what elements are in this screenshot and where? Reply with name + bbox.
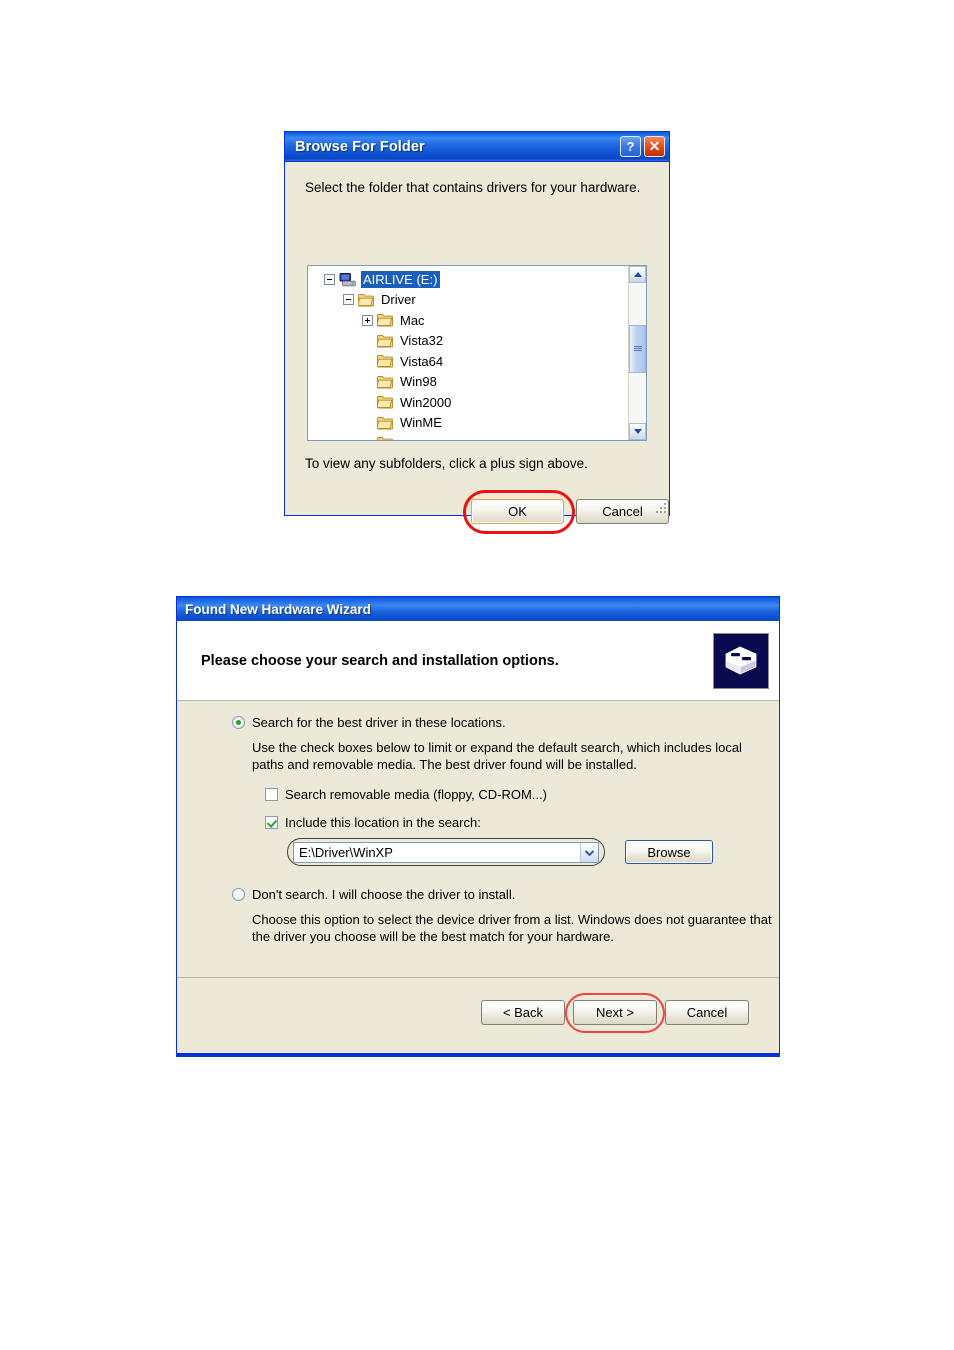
radio-icon-unselected[interactable]: [232, 888, 245, 901]
tree-item-label: Mac: [400, 312, 425, 328]
location-combobox-wrapper: E:\Driver\WinXP: [287, 838, 605, 866]
browse-hint-text: To view any subfolders, click a plus sig…: [305, 456, 588, 471]
folder-tree-panel: AIRLIVE (E:) Driver Mac Vista32 Vista64 Win98…: [307, 265, 647, 441]
hardware-device-icon: [713, 632, 769, 689]
tree-item-label: Vista64: [400, 353, 444, 369]
close-icon[interactable]: ✕: [644, 136, 665, 157]
tree-item-winme[interactable]: WinME: [308, 413, 628, 434]
checkbox-include-location[interactable]: Include this location in the search:: [265, 815, 481, 830]
search-description-text: Use the check boxes below to limit or ex…: [252, 740, 742, 772]
radio-search-best-driver[interactable]: Search for the best driver in these loca…: [232, 715, 506, 730]
radio-dont-search-label: Don't search. I will choose the driver t…: [252, 887, 516, 902]
wizard-header: Please choose your search and installati…: [177, 621, 779, 701]
folder-icon: [377, 334, 398, 348]
wizard-footer: < Back Next > Cancel: [177, 977, 779, 1050]
dont-search-description-text: Choose this option to select the device …: [252, 912, 772, 944]
folder-icon: [358, 293, 379, 307]
tree-item-vista32[interactable]: Vista32: [308, 331, 628, 352]
chevron-down-icon[interactable]: [580, 843, 598, 862]
browse-dialog-title: Browse For Folder: [295, 138, 425, 155]
tree-item-partial[interactable]: [308, 433, 628, 440]
checkbox-search-removable-media-label: Search removable media (floppy, CD-ROM..…: [285, 787, 548, 802]
folder-tree[interactable]: AIRLIVE (E:) Driver Mac Vista32 Vista64 Win98…: [308, 266, 628, 440]
checkbox-search-removable-media[interactable]: Search removable media (floppy, CD-ROM..…: [265, 787, 547, 802]
folder-icon: [377, 354, 398, 368]
tree-item-mac[interactable]: Mac: [308, 310, 628, 331]
drive-icon: [339, 272, 361, 287]
tree-expander-spacer: [362, 417, 373, 428]
back-button[interactable]: < Back: [481, 1000, 565, 1025]
tree-item-label: AIRLIVE (E:): [361, 270, 441, 288]
tree-item-label: Vista32: [400, 333, 444, 349]
wizard-heading: Please choose your search and installati…: [201, 652, 559, 669]
folder-icon: [377, 416, 398, 430]
tree-expander-spacer: [362, 438, 373, 440]
wizard-titlebar: Found New Hardware Wizard: [177, 597, 779, 621]
tree-expander-spacer: [362, 335, 373, 346]
radio-dont-search[interactable]: Don't search. I will choose the driver t…: [232, 887, 515, 902]
tree-item-label: WinME: [400, 415, 442, 431]
checkbox-icon-checked[interactable]: [265, 816, 278, 829]
wizard-title: Found New Hardware Wizard: [185, 601, 371, 617]
tree-item-label: Win2000: [400, 394, 452, 410]
tree-expander-spacer: [362, 397, 373, 408]
browse-button[interactable]: Browse: [625, 840, 713, 864]
location-combobox-value[interactable]: E:\Driver\WinXP: [294, 845, 580, 860]
next-button[interactable]: Next >: [573, 1000, 657, 1025]
tree-expander-spacer: [362, 376, 373, 387]
folder-icon: [377, 313, 398, 327]
tree-item-driver[interactable]: Driver: [308, 290, 628, 311]
tree-item-label: Driver: [381, 292, 416, 308]
browse-dialog-body: Select the folder that contains drivers …: [285, 162, 669, 534]
help-icon[interactable]: ?: [620, 136, 641, 157]
scrollbar-thumb[interactable]: [629, 325, 646, 373]
expand-plus-icon[interactable]: [362, 314, 373, 326]
browse-prompt-text: Select the folder that contains drivers …: [305, 180, 641, 195]
folder-tree-scrollbar[interactable]: [628, 266, 646, 440]
collapse-minus-icon[interactable]: [324, 273, 335, 285]
checkbox-icon-unchecked[interactable]: [265, 788, 278, 801]
radio-search-best-driver-label: Search for the best driver in these loca…: [252, 715, 506, 730]
location-combobox[interactable]: E:\Driver\WinXP: [293, 842, 599, 863]
tree-expander-spacer: [362, 356, 373, 367]
ok-button[interactable]: OK: [471, 499, 564, 524]
wizard-cancel-button[interactable]: Cancel: [665, 1000, 749, 1025]
wizard-content: Search for the best driver in these loca…: [177, 701, 779, 977]
browse-dialog-titlebar: Browse For Folder ? ✕: [285, 132, 669, 162]
scrollbar-track[interactable]: [629, 283, 646, 423]
tree-item-label: Win98: [400, 374, 437, 390]
browse-for-folder-dialog: Browse For Folder ? ✕ Select the folder …: [284, 131, 670, 534]
tree-item-vista64[interactable]: Vista64: [308, 351, 628, 372]
tree-item-airlive-e[interactable]: AIRLIVE (E:): [308, 269, 628, 290]
scroll-up-icon[interactable]: [629, 266, 646, 283]
collapse-minus-icon[interactable]: [343, 294, 354, 306]
folder-icon: [377, 395, 398, 409]
folder-icon: [377, 436, 398, 440]
found-new-hardware-wizard: Found New Hardware Wizard Please choose …: [176, 596, 780, 1057]
folder-icon: [377, 375, 398, 389]
tree-item-win2000[interactable]: Win2000: [308, 392, 628, 413]
tree-item-win98[interactable]: Win98: [308, 372, 628, 393]
checkbox-include-location-label: Include this location in the search:: [285, 815, 481, 830]
resize-grip-icon[interactable]: [654, 501, 666, 513]
radio-icon-selected[interactable]: [232, 716, 245, 729]
scroll-down-icon[interactable]: [629, 423, 646, 440]
